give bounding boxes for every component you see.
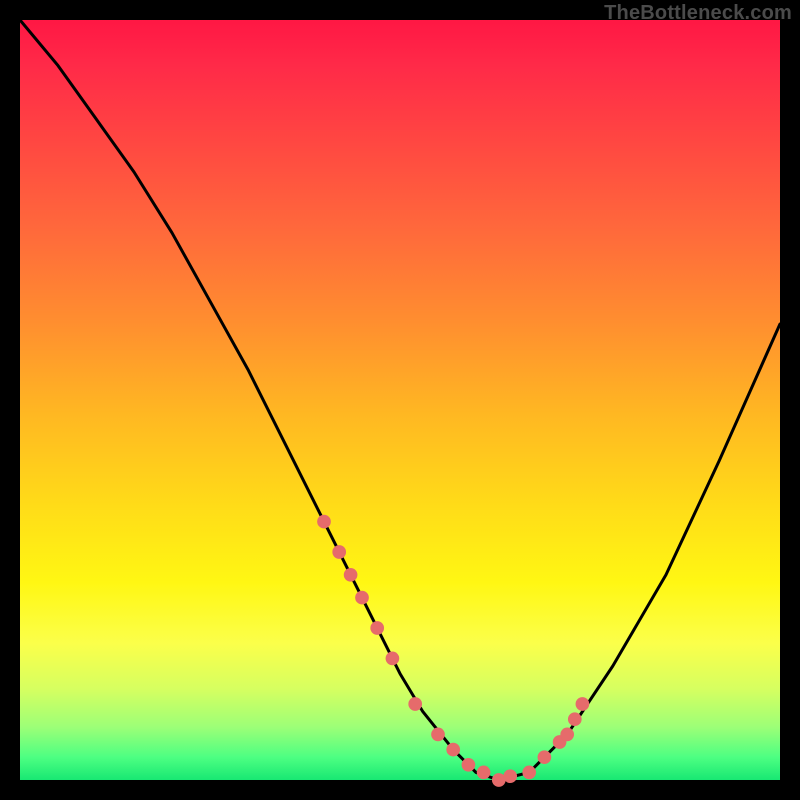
chart-frame: TheBottleneck.com [0,0,800,800]
curve-marker [446,743,460,757]
curve-marker [477,766,491,780]
curve-markers [317,515,589,787]
curve-marker [538,750,552,764]
curve-marker [344,568,358,582]
curve-marker [408,697,422,711]
curve-marker [317,515,331,529]
curve-marker [370,621,384,635]
curve-marker [522,766,536,780]
curve-marker [576,697,590,711]
curve-svg [20,20,780,780]
curve-marker [462,758,476,772]
curve-marker [386,652,400,666]
curve-marker [355,591,369,605]
curve-marker [503,769,517,783]
curve-marker [332,545,346,559]
curve-marker [431,728,445,742]
bottleneck-curve [20,20,780,780]
curve-marker [568,712,582,726]
plot-area [20,20,780,780]
curve-marker [560,728,574,742]
